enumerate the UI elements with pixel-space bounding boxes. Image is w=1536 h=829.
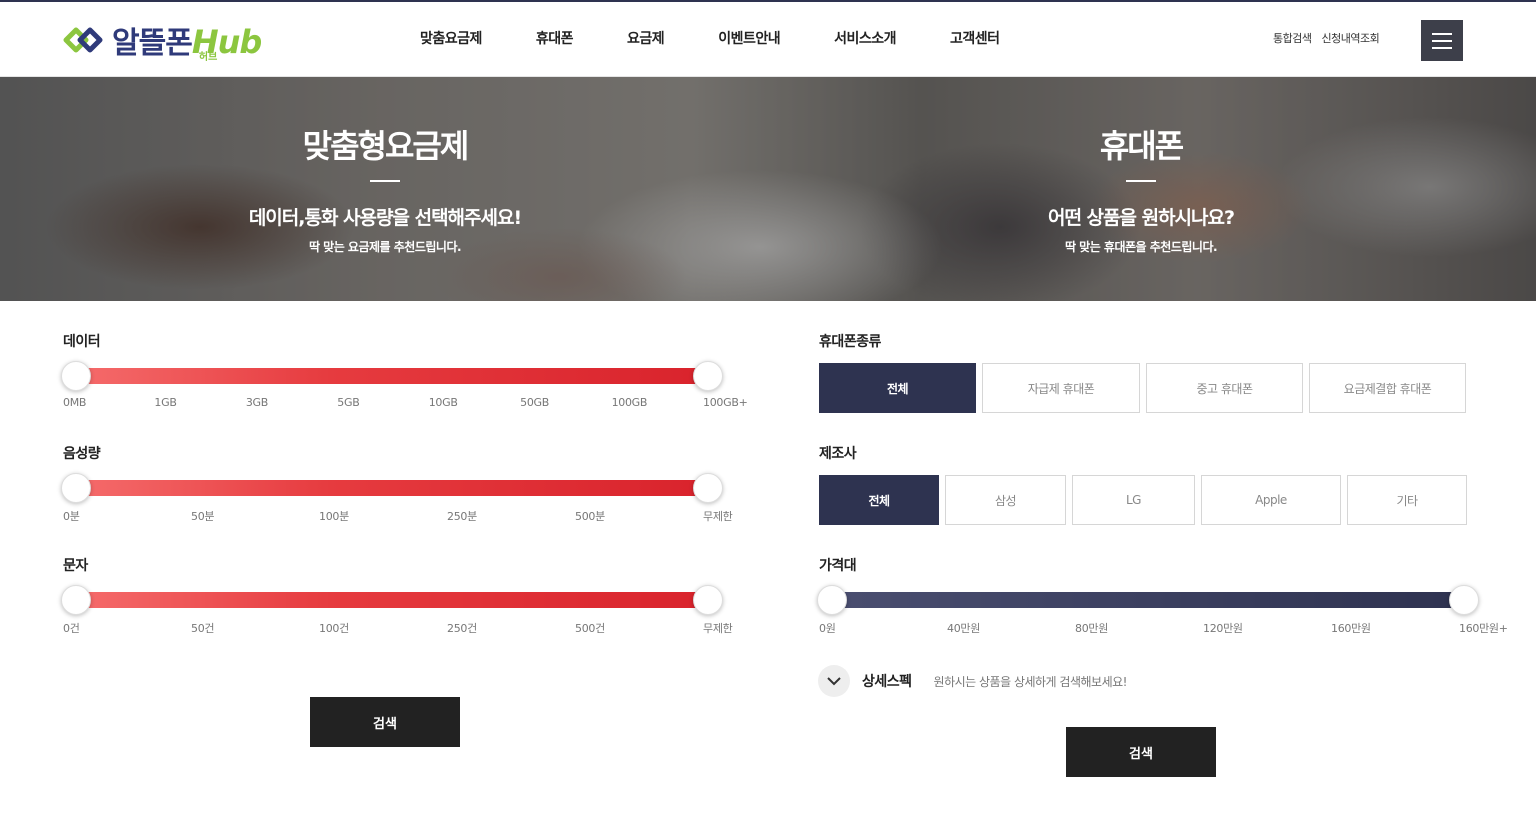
data-slider[interactable]: 0MB 1GB 3GB 5GB 10GB 50GB 100GB 100GB+ [61, 340, 748, 409]
logo-sub: 허브 [198, 52, 218, 63]
slider-track [77, 592, 709, 608]
integrated-search-link[interactable]: 통합검색 [1273, 30, 1312, 46]
maker-samsung[interactable]: 삼성 [945, 475, 1066, 525]
maker-options: 전체 삼성 LG Apple 기타 [819, 475, 1467, 525]
slider-min-handle[interactable] [817, 585, 847, 615]
slider-track [833, 592, 1465, 608]
slider-tick-label: 100GB [611, 396, 648, 409]
slider-max-handle[interactable] [1449, 585, 1479, 615]
slider-tick-label: 5GB [337, 396, 360, 409]
phone-type-label: 휴대폰종류 [819, 334, 881, 350]
sms-slider[interactable]: 0건 50건 100건 250건 500건 무제한 [61, 564, 733, 635]
menu-line [1432, 46, 1452, 49]
chevron-down-icon[interactable] [818, 665, 850, 697]
hero-plan-subtitle: 데이터,통화 사용량을 선택해주세요! [248, 207, 522, 229]
nav-phone[interactable]: 휴대폰 [536, 28, 574, 48]
menu-line [1432, 32, 1452, 35]
slider-tick-label: 100분 [319, 510, 349, 523]
slider-tick-label: 0MB [63, 396, 87, 409]
nav-plan[interactable]: 요금제 [627, 28, 665, 48]
nav-service[interactable]: 서비스소개 [834, 28, 896, 48]
detail-spec: 상세스펙 원하시는 상품을 상세하게 검색해보세요! [818, 665, 1127, 697]
slider-max-handle[interactable] [693, 473, 723, 503]
plan-search-button[interactable]: 검색 [310, 697, 460, 747]
slider-min-handle[interactable] [61, 473, 91, 503]
slider-ticks: 0분 50분 100분 250분 500분 무제한 [63, 508, 733, 523]
slider-tick-label: 250분 [447, 510, 477, 523]
logo-text: 알뜰폰 [112, 26, 193, 61]
phone-type-unlocked[interactable]: 자급제 휴대폰 [982, 363, 1140, 413]
slider-min-handle[interactable] [61, 585, 91, 615]
slider-max-handle[interactable] [693, 361, 723, 391]
maker-all[interactable]: 전체 [819, 475, 939, 525]
slider-tick-label: 0분 [63, 510, 80, 523]
detail-spec-desc: 원하시는 상품을 상세하게 검색해보세요! [933, 674, 1128, 689]
hamburger-icon[interactable] [1421, 20, 1463, 61]
hero-phone-subtitle: 어떤 상품을 원하시나요? [1047, 207, 1235, 229]
menu-line [1432, 39, 1452, 42]
order-lookup-link[interactable]: 신청내역조회 [1321, 30, 1379, 46]
slider-tick-label: 무제한 [703, 510, 733, 523]
site-logo[interactable]: 알뜰폰Hub 허브 [62, 18, 262, 63]
hero-plan-desc: 딱 맞는 요금제를 추천드립니다. [308, 240, 462, 254]
slider-ticks: 0건 50건 100건 250건 500건 무제한 [63, 620, 733, 635]
slider-tick-label: 160만원+ [1459, 622, 1508, 635]
slider-tick-label: 120만원 [1203, 622, 1243, 635]
logo-wordmark: 알뜰폰Hub [112, 18, 262, 62]
maker-other[interactable]: 기타 [1347, 475, 1467, 525]
phone-search-button[interactable]: 검색 [1066, 727, 1216, 777]
hero-plan: 맞춤형요금제 데이터,통화 사용량을 선택해주세요! 딱 맞는 요금제를 추천드… [85, 77, 685, 255]
hero-phone: 휴대폰 어떤 상품을 원하시나요? 딱 맞는 휴대폰을 추천드립니다. [841, 77, 1441, 255]
nav-events[interactable]: 이벤트안내 [718, 28, 780, 48]
maker-lg[interactable]: LG [1072, 475, 1195, 525]
slider-tick-label: 100건 [319, 622, 349, 635]
slider-tick-label: 100GB+ [703, 396, 748, 409]
hero-banner: 맞춤형요금제 데이터,통화 사용량을 선택해주세요! 딱 맞는 요금제를 추천드… [0, 77, 1536, 301]
slider-tick-label: 500건 [575, 622, 605, 635]
slider-tick-label: 0원 [819, 622, 836, 635]
detail-spec-title[interactable]: 상세스펙 [862, 671, 912, 691]
slider-tick-label: 3GB [245, 396, 269, 409]
slider-track [77, 480, 709, 496]
hero-phone-title: 휴대폰 [1099, 127, 1184, 165]
nav-support[interactable]: 고객센터 [950, 28, 1000, 48]
maker-label: 제조사 [819, 446, 857, 462]
phone-type-options: 전체 자급제 휴대폰 중고 휴대폰 요금제결합 휴대폰 [819, 363, 1466, 413]
hero-divider [1126, 180, 1156, 182]
slider-tick-label: 50건 [191, 622, 215, 635]
slider-max-handle[interactable] [693, 585, 723, 615]
site-header: 알뜰폰Hub 허브 맞춤요금제 휴대폰 요금제 이벤트안내 서비스소개 고객센터… [0, 0, 1536, 77]
slider-tick-label: 160만원 [1331, 622, 1371, 635]
slider-tick-label: 50GB [520, 396, 550, 409]
slider-min-handle[interactable] [61, 361, 91, 391]
slider-tick-label: 10GB [428, 396, 458, 409]
voice-slider[interactable]: 0분 50분 100분 250분 500분 무제한 [61, 452, 733, 523]
hero-plan-title: 맞춤형요금제 [302, 127, 470, 165]
slider-tick-label: 80만원 [1075, 622, 1109, 635]
price-slider[interactable]: 0원 40만원 80만원 120만원 160만원 160만원+ [817, 564, 1508, 635]
maker-apple[interactable]: Apple [1201, 475, 1341, 525]
phone-type-all[interactable]: 전체 [819, 363, 976, 413]
phone-type-used[interactable]: 중고 휴대폰 [1146, 363, 1303, 413]
slider-tick-label: 50분 [191, 510, 215, 523]
slider-tick-label: 500분 [575, 510, 605, 523]
main-nav: 맞춤요금제 휴대폰 요금제 이벤트안내 서비스소개 고객센터 [420, 28, 1000, 48]
slider-tick-label: 250건 [447, 622, 477, 635]
nav-custom-plan[interactable]: 맞춤요금제 [420, 28, 482, 48]
hero-divider [370, 180, 400, 182]
slider-tick-label: 무제한 [703, 622, 733, 635]
slider-track [77, 368, 709, 384]
util-links: 통합검색 신청내역조회 [1273, 30, 1380, 46]
hero-phone-desc: 딱 맞는 휴대폰을 추천드립니다. [1064, 240, 1218, 254]
slider-tick-label: 0건 [63, 622, 80, 635]
slider-ticks: 0원 40만원 80만원 120만원 160만원 160만원+ [819, 620, 1508, 635]
slider-ticks: 0MB 1GB 3GB 5GB 10GB 50GB 100GB 100GB+ [63, 396, 748, 410]
interlocking-diamond-icon [63, 27, 103, 53]
phone-type-bundled[interactable]: 요금제결합 휴대폰 [1309, 363, 1466, 413]
slider-tick-label: 40만원 [947, 622, 981, 635]
slider-tick-label: 1GB [154, 396, 177, 409]
